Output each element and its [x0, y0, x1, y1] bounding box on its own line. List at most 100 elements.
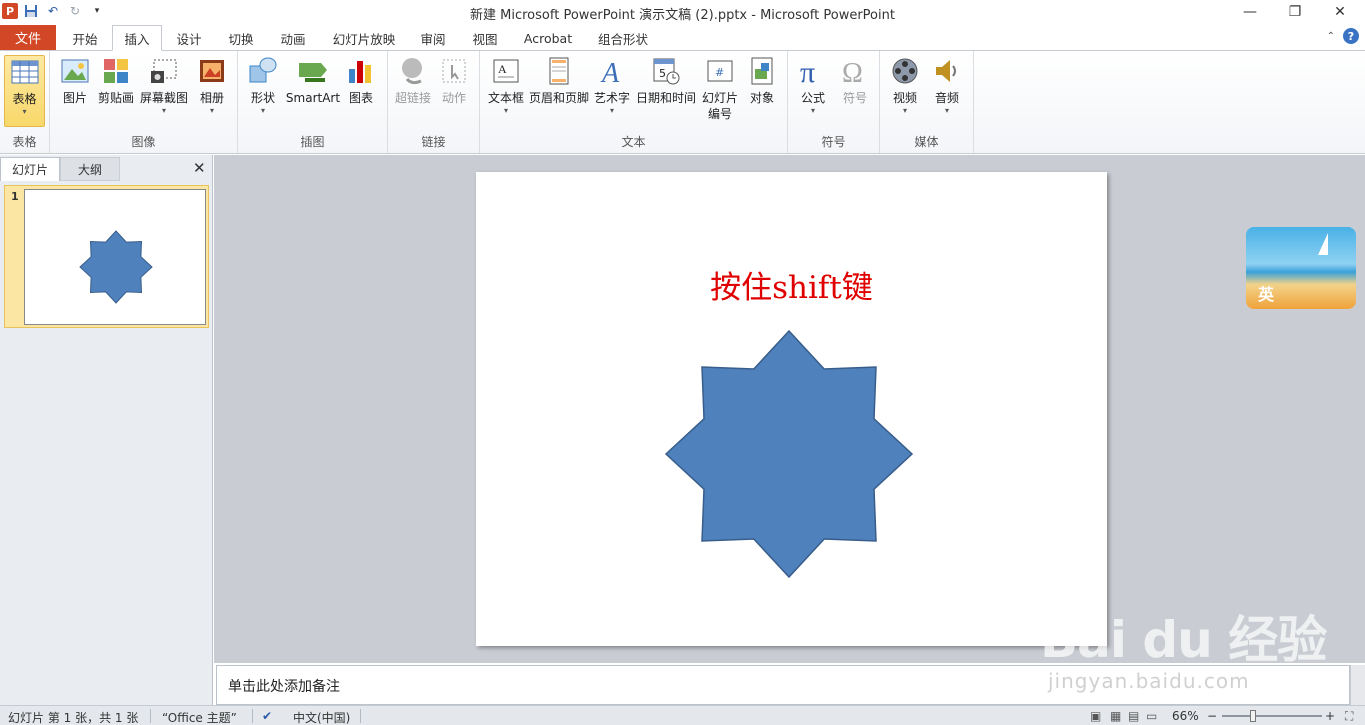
slide-thumbnail-number: 1 — [11, 190, 19, 203]
tab-home[interactable]: 开始 — [60, 25, 110, 51]
date-time-button[interactable]: 5 日期和时间 — [635, 55, 697, 106]
table-button[interactable]: 表格 ▾ — [4, 55, 45, 127]
action-button[interactable]: 动作 — [436, 55, 472, 106]
object-button[interactable]: 对象 — [744, 55, 780, 106]
tab-outline[interactable]: 大纲 — [60, 157, 120, 181]
svg-text:A: A — [498, 62, 507, 76]
textbox-button-label: 文本框 — [487, 91, 524, 105]
maximize-button[interactable]: ❐ — [1272, 0, 1318, 24]
clipart-button-label: 剪贴画 — [97, 91, 134, 105]
language-status[interactable]: 中文(中国) — [293, 709, 350, 725]
group-label-links: 链接 — [421, 135, 446, 149]
status-bar: 幻灯片 第 1 张，共 1 张 “Office 主题” ✔ 中文(中国) ▣ ▦… — [0, 705, 1365, 725]
fit-slide-icon[interactable]: ⛶ — [1345, 709, 1353, 724]
picture-button[interactable]: 图片 — [58, 55, 92, 106]
svg-text:5: 5 — [659, 67, 666, 80]
normal-view-icon[interactable]: ▣ — [1090, 709, 1101, 723]
audio-button[interactable]: 音频 ▾ — [930, 55, 964, 116]
smartart-button-label: SmartArt — [285, 91, 341, 105]
status-divider — [360, 709, 361, 723]
tab-review[interactable]: 审阅 — [410, 25, 456, 51]
shapes-button[interactable]: 形状 ▾ — [246, 55, 280, 116]
symbol-icon: Ω — [842, 58, 863, 87]
tab-design[interactable]: 设计 — [165, 25, 213, 51]
smartart-button[interactable]: SmartArt — [285, 55, 341, 106]
screenshot-button-label: 屏幕截图 — [139, 91, 188, 105]
group-images: 图片 剪贴画 屏幕截图 ▾ 相册 ▾ 图像 — [50, 51, 238, 153]
tab-slides[interactable]: 幻灯片 — [0, 157, 60, 181]
header-footer-button[interactable]: 页眉和页脚 — [528, 55, 590, 106]
date-time-icon: 5 — [653, 58, 680, 85]
svg-text:Ω: Ω — [842, 58, 863, 87]
slideshow-view-icon[interactable]: ▭ — [1146, 709, 1157, 723]
theme-status[interactable]: “Office 主题” — [162, 709, 237, 725]
slide-thumbnail-preview — [24, 189, 206, 325]
svg-text:A: A — [600, 58, 620, 87]
table-icon — [11, 60, 38, 84]
textbox-button[interactable]: A 文本框 ▾ — [486, 55, 526, 116]
video-button[interactable]: 视频 ▾ — [888, 55, 922, 116]
close-button[interactable]: ✕ — [1317, 0, 1363, 24]
tab-file[interactable]: 文件 — [0, 25, 56, 50]
zoom-level[interactable]: 66% — [1172, 709, 1199, 723]
help-icon[interactable]: ? — [1343, 28, 1359, 44]
ime-language-text: 英 — [1258, 285, 1275, 304]
chart-button[interactable]: 图表 — [344, 55, 378, 106]
tab-acrobat[interactable]: Acrobat — [515, 25, 581, 51]
group-label-symbols: 符号 — [821, 135, 846, 149]
tab-merge-shapes[interactable]: 组合形状 — [588, 25, 658, 51]
group-label-table: 表格 — [12, 135, 37, 149]
chevron-down-icon: ▾ — [161, 106, 166, 115]
minimize-button[interactable]: — — [1227, 0, 1273, 24]
chevron-down-icon: ▾ — [944, 106, 949, 115]
slide-sorter-icon[interactable]: ▦ — [1110, 709, 1121, 723]
chevron-down-icon: ▾ — [902, 106, 907, 115]
screenshot-button[interactable]: 屏幕截图 ▾ — [139, 55, 189, 116]
baidu-watermark-url: jingyan.baidu.com — [1048, 669, 1250, 693]
photo-album-button[interactable]: 相册 ▾ — [194, 55, 230, 116]
group-text: A 文本框 ▾ 页眉和页脚 A 艺术字 ▾ 5 日期和时间 # 幻灯片 编号 对象… — [480, 51, 788, 153]
group-illustrations: 形状 ▾ SmartArt 图表 插图 — [238, 51, 388, 153]
symbol-button[interactable]: Ω 符号 — [838, 55, 872, 106]
slide-editing-area: 按住shift键 英 — [214, 155, 1365, 663]
zoom-slider-thumb[interactable] — [1250, 710, 1256, 722]
star-shape[interactable] — [476, 172, 1107, 646]
tab-insert[interactable]: 插入 — [112, 25, 162, 51]
hyperlink-button[interactable]: 超链接 — [394, 55, 432, 106]
group-label-text: 文本 — [621, 135, 646, 149]
zoom-out-button[interactable]: − — [1207, 709, 1217, 723]
close-panel-icon[interactable]: ✕ — [193, 159, 206, 177]
spellcheck-icon[interactable]: ✔ — [262, 709, 272, 723]
equation-button[interactable]: π 公式 ▾ — [796, 55, 830, 116]
tab-slideshow[interactable]: 幻灯片放映 — [323, 25, 405, 51]
help-area: ⌃ ? — [1327, 28, 1359, 44]
photo-album-button-label: 相册 — [199, 91, 224, 105]
tab-animations[interactable]: 动画 — [269, 25, 317, 51]
chevron-down-icon: ▾ — [260, 106, 265, 115]
ime-language-badge[interactable]: 英 — [1246, 227, 1356, 309]
minimize-ribbon-icon[interactable]: ⌃ — [1327, 31, 1335, 42]
slide-canvas[interactable]: 按住shift键 — [476, 172, 1107, 646]
tab-transitions[interactable]: 切换 — [217, 25, 265, 51]
object-button-label: 对象 — [749, 91, 774, 105]
chevron-down-icon: ▾ — [609, 106, 614, 115]
equation-button-label: 公式 — [800, 91, 825, 105]
wordart-button[interactable]: A 艺术字 ▾ — [593, 55, 631, 116]
zoom-in-button[interactable]: + — [1325, 709, 1335, 723]
table-button-label: 表格 — [12, 92, 37, 106]
zoom-slider[interactable] — [1222, 715, 1322, 717]
slide-number-button[interactable]: # 幻灯片 编号 — [700, 55, 740, 122]
group-links: 超链接 动作 链接 — [388, 51, 480, 153]
slide-number-icon: # — [707, 60, 733, 82]
object-icon — [751, 57, 773, 85]
slide-thumbnail[interactable]: 1 — [4, 185, 209, 328]
action-icon — [442, 59, 466, 83]
clipart-button[interactable]: 剪贴画 — [96, 55, 136, 106]
vertical-scrollbar[interactable] — [1350, 665, 1365, 705]
baidu-watermark-logo: Bai du 经验 — [1040, 611, 1327, 669]
slide-number-button-label: 幻灯片 编号 — [701, 91, 738, 121]
reading-view-icon[interactable]: ▤ — [1128, 709, 1139, 723]
shapes-icon — [249, 57, 277, 83]
wordart-icon: A — [600, 58, 620, 87]
tab-view[interactable]: 视图 — [462, 25, 508, 51]
